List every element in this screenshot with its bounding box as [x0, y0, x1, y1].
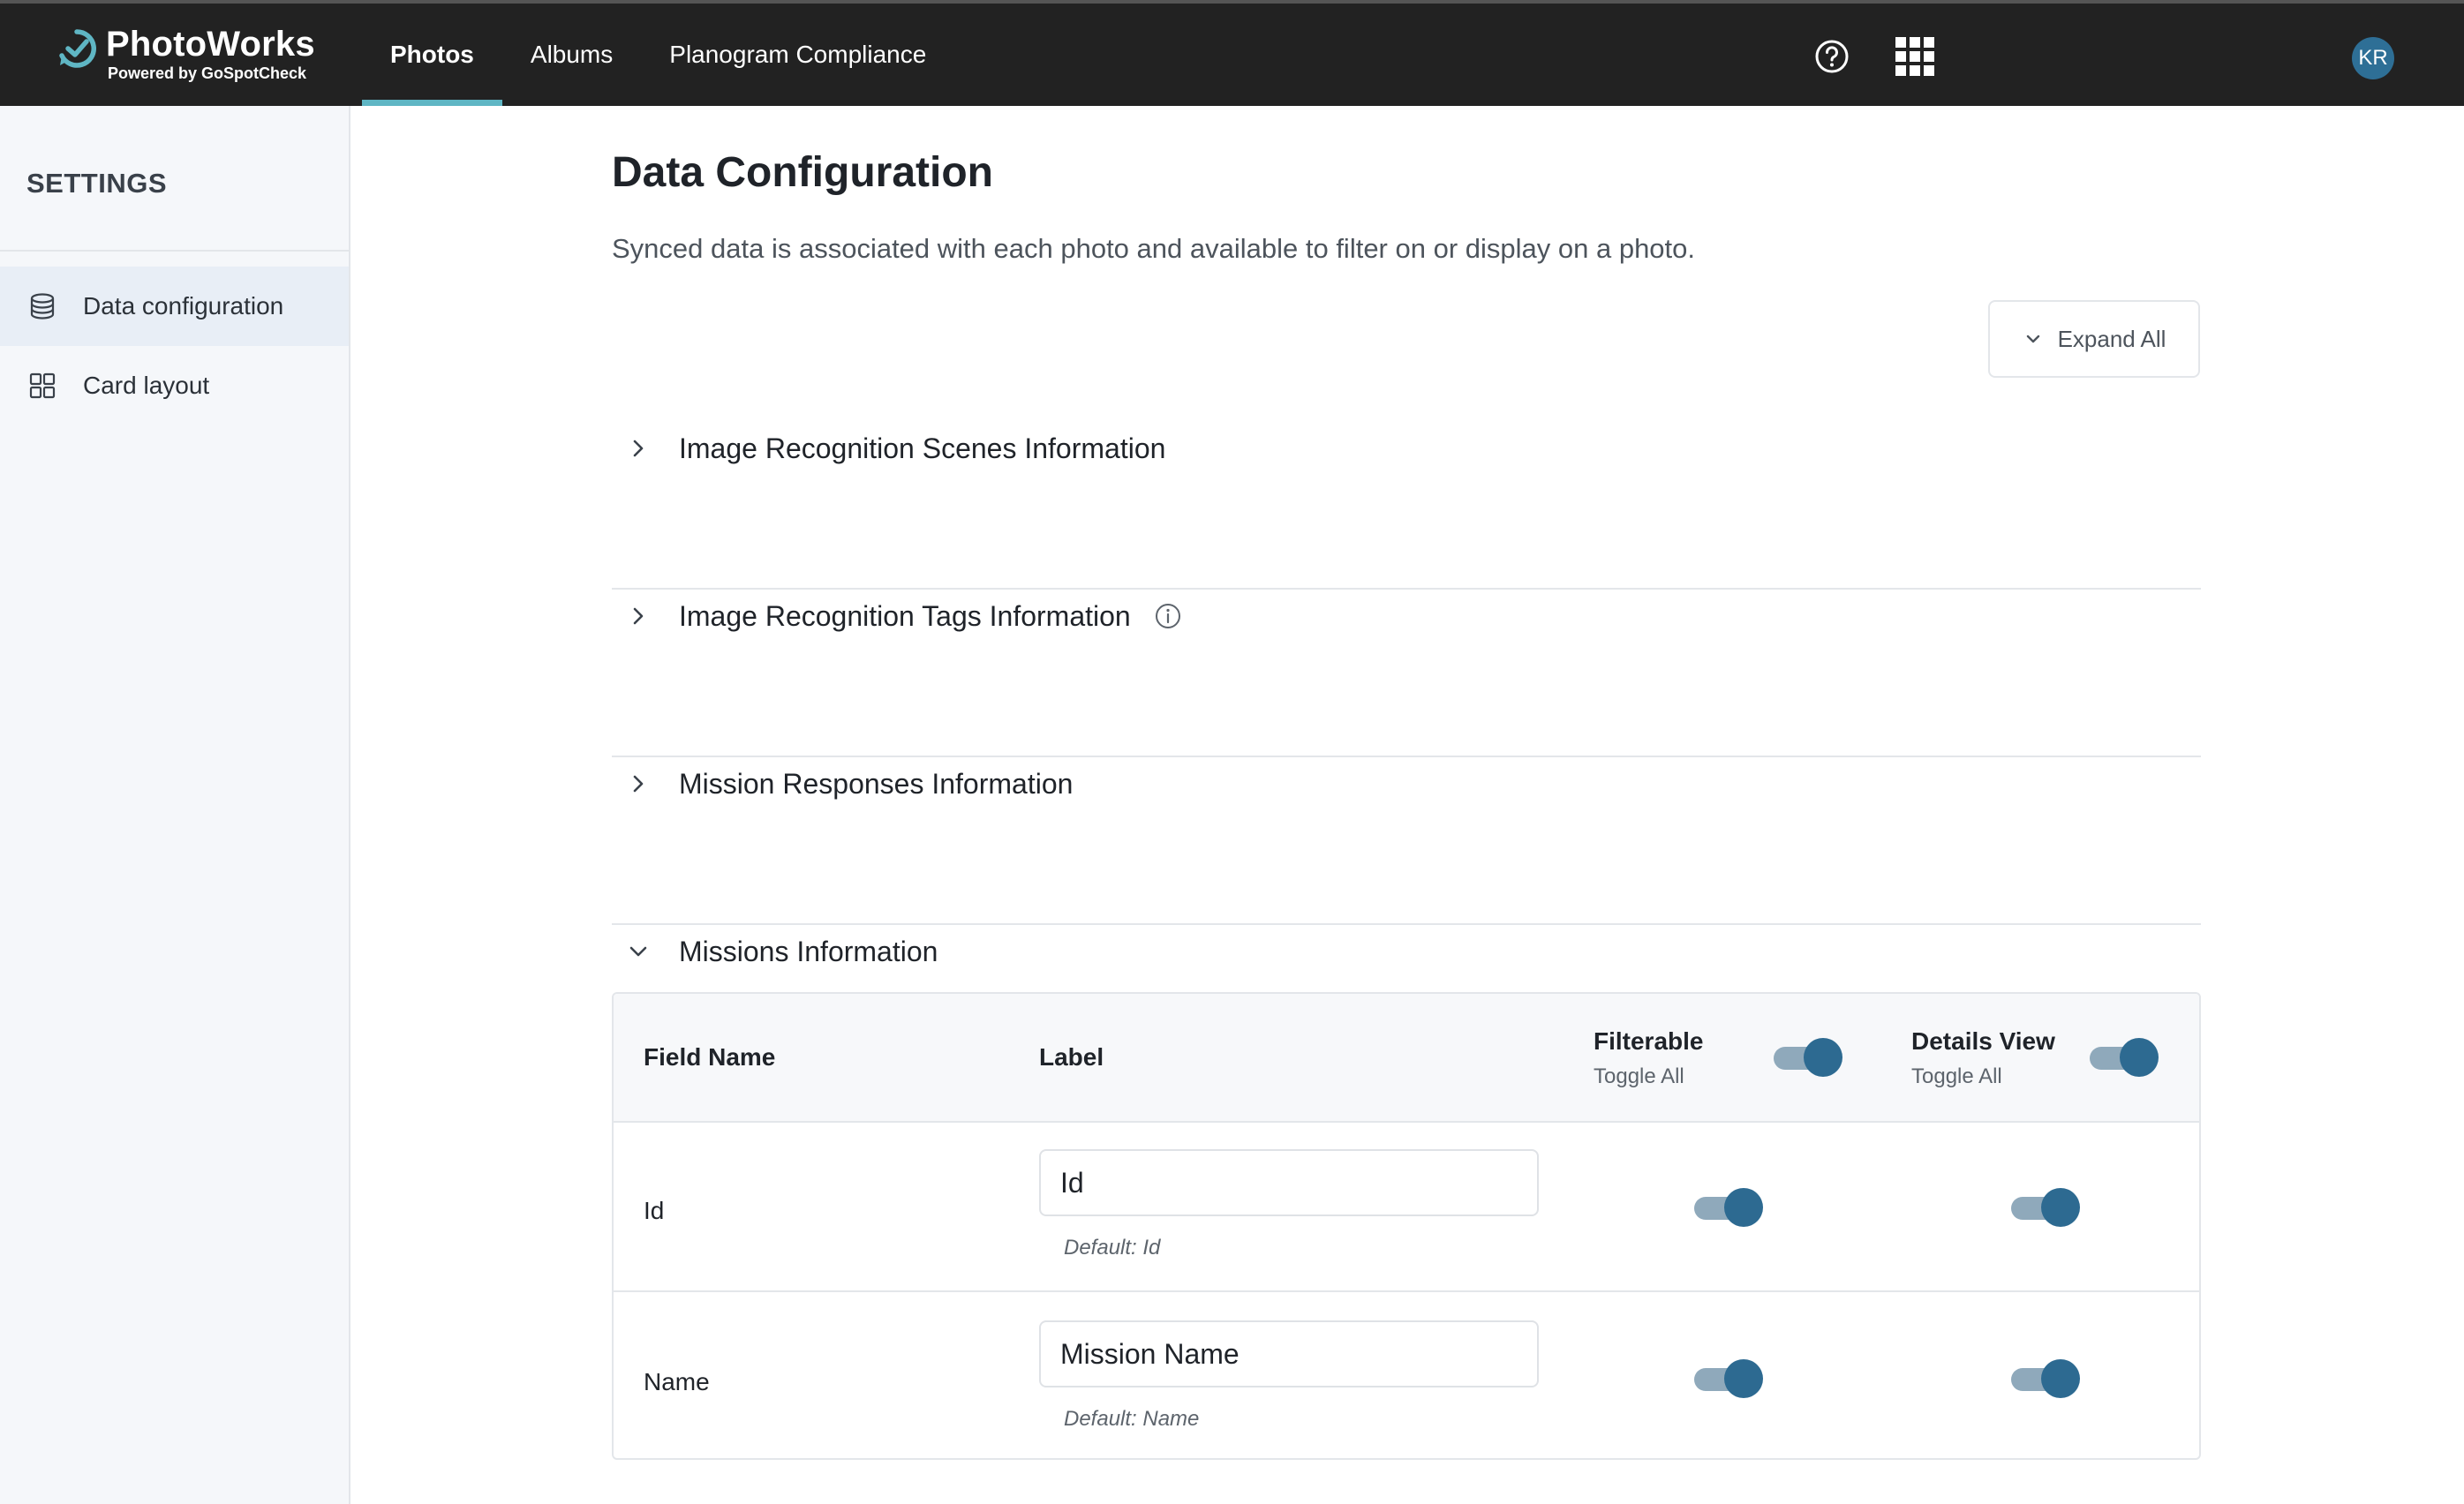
table-header: Field Name Label Filterable Toggle All D…: [614, 994, 2199, 1123]
chevron-down-icon: [2026, 335, 2039, 343]
column-header-field-name: Field Name: [644, 1043, 776, 1071]
avatar[interactable]: KR: [2352, 37, 2394, 79]
expand-all-label: Expand All: [2057, 325, 2166, 352]
top-navigation-bar: PhotoWorks Powered by GoSpotCheck Photos…: [0, 0, 2464, 106]
filterable-toggle-all[interactable]: [1774, 1038, 1842, 1077]
label-default-hint: Default: Name: [1064, 1407, 1200, 1431]
sidebar-item-card-layout[interactable]: Card layout: [0, 346, 349, 425]
info-icon[interactable]: [1154, 602, 1182, 630]
sidebar-item-label: Card layout: [83, 372, 210, 399]
field-name: Name: [644, 1368, 710, 1395]
chevron-down-icon: [629, 946, 647, 957]
main-nav: Photos Albums Planogram Compliance: [362, 4, 954, 106]
section-header[interactable]: Image Recognition Tags Information: [612, 590, 1182, 643]
filterable-toggle-all-label: Toggle All: [1594, 1064, 1684, 1088]
tab-albums[interactable]: Albums: [502, 4, 641, 106]
app-name: PhotoWorks: [106, 25, 315, 64]
details-view-toggle-all[interactable]: [2090, 1038, 2159, 1077]
settings-sidebar: SETTINGS Data configuration Card layout: [0, 106, 350, 1504]
label-default-hint: Default: Id: [1064, 1236, 1161, 1260]
brand-logo[interactable]: PhotoWorks Powered by GoSpotCheck: [57, 25, 315, 88]
filterable-toggle[interactable]: [1694, 1188, 1763, 1227]
section-title: Image Recognition Tags Information: [679, 599, 1131, 632]
sidebar-divider: [0, 250, 349, 252]
page-description: Synced data is associated with each phot…: [612, 233, 1696, 264]
database-icon: [30, 293, 55, 320]
field-name: Id: [644, 1197, 665, 1224]
help-icon[interactable]: [1814, 39, 1850, 74]
section-header[interactable]: Image Recognition Scenes Information: [612, 422, 1165, 475]
section-image-recognition-scenes: Image Recognition Scenes Information: [612, 422, 2201, 590]
filterable-toggle[interactable]: [1694, 1359, 1763, 1398]
tab-photos[interactable]: Photos: [362, 4, 502, 106]
sidebar-item-data-configuration[interactable]: Data configuration: [0, 267, 349, 346]
label-input[interactable]: [1039, 1320, 1539, 1387]
details-view-toggle-all-label: Toggle All: [1911, 1064, 2002, 1088]
section-missions-header[interactable]: Missions Information: [612, 925, 938, 978]
table-row: Id Default: Id: [614, 1123, 2199, 1292]
details-view-toggle[interactable]: [2011, 1188, 2080, 1227]
column-header-filterable: Filterable: [1594, 1027, 1704, 1055]
chevron-right-icon: [633, 440, 644, 457]
label-input[interactable]: [1039, 1149, 1539, 1216]
column-header-label: Label: [1039, 1043, 1104, 1071]
grid-layout-icon: [29, 372, 56, 399]
section-title: Missions Information: [679, 935, 938, 967]
expand-all-button[interactable]: Expand All: [1988, 300, 2200, 378]
sidebar-title: SETTINGS: [26, 168, 168, 199]
page-title: Data Configuration: [612, 149, 993, 196]
section-image-recognition-tags: Image Recognition Tags Information: [612, 590, 2201, 757]
section-header[interactable]: Mission Responses Information: [612, 757, 1073, 810]
app-tagline: Powered by GoSpotCheck: [108, 64, 307, 82]
apps-grid-icon[interactable]: [1895, 37, 1934, 76]
section-title: Mission Responses Information: [679, 767, 1074, 800]
missions-fields-table: Field Name Label Filterable Toggle All D…: [612, 992, 2201, 1460]
photoworks-logo-icon: [59, 29, 96, 68]
details-view-toggle[interactable]: [2011, 1359, 2080, 1398]
chevron-right-icon: [633, 607, 644, 625]
section-title: Image Recognition Scenes Information: [679, 432, 1166, 464]
column-header-details-view: Details View: [1911, 1027, 2055, 1055]
sidebar-item-label: Data configuration: [83, 292, 284, 320]
section-mission-responses: Mission Responses Information: [612, 757, 2201, 925]
tab-planogram-compliance[interactable]: Planogram Compliance: [641, 4, 954, 106]
table-row: Name Default: Name: [614, 1294, 2199, 1458]
chevron-right-icon: [633, 775, 644, 793]
